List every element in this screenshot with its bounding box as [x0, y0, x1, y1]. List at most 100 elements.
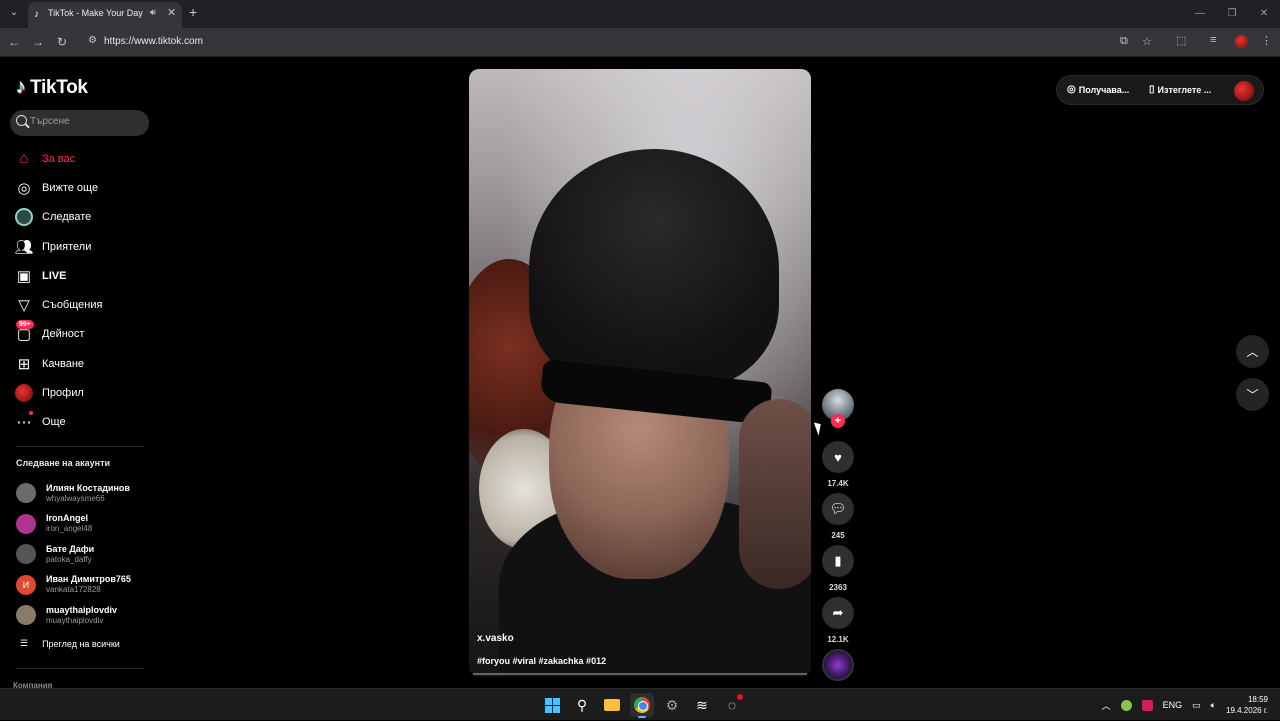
nav-item-more[interactable]: ⋯ Още [14, 408, 154, 437]
video-author[interactable]: x.vasko [477, 633, 514, 644]
steam-taskbar-button[interactable]: ⚙ [660, 693, 684, 717]
close-window-button[interactable]: ✕ [1248, 0, 1280, 28]
profile-icon [14, 383, 34, 403]
video-caption[interactable]: #foryou #viral #zakachka #012 [477, 656, 606, 666]
video-progress-bar[interactable] [473, 673, 807, 675]
following-icon [14, 207, 34, 227]
chrome-icon [634, 697, 650, 713]
see-all-accounts-button[interactable]: ☰ Преглед на всички [20, 638, 120, 649]
browser-tab[interactable]: ♪ TikTok - Make Your Day 🔊︎ ✕ [28, 2, 182, 28]
install-app-icon[interactable]: ⧉ [1120, 35, 1128, 48]
nav-item-for-you[interactable]: ⌂ За вас [14, 144, 154, 173]
like-action: ♥ 17.4K [821, 441, 855, 488]
account-item[interactable]: Илиян Костадинов whyalwaysme66 [16, 478, 156, 509]
volume-icon[interactable]: 🔈︎ [1211, 700, 1216, 711]
address-bar[interactable]: ⚙ https://www.tiktok.com ⧉ ☆ [80, 31, 1166, 53]
forward-button[interactable]: → [30, 34, 46, 50]
file-explorer-button[interactable] [600, 693, 624, 717]
search-box[interactable] [10, 110, 149, 136]
chrome-taskbar-button[interactable] [630, 693, 654, 718]
tiktok-favicon-icon: ♪ [34, 9, 39, 20]
list-icon: ☰ [20, 638, 29, 648]
tab-search-button[interactable]: ⌄ [6, 5, 22, 21]
steam-icon: ⚙ [665, 696, 679, 713]
new-tab-button[interactable]: + [189, 4, 197, 20]
taskbar-search-button[interactable]: ⚲ [570, 693, 594, 717]
sidebar-divider [16, 446, 144, 447]
nav-item-profile[interactable]: Профил [14, 378, 154, 407]
comment-count: 245 [831, 531, 845, 540]
browser-tab-strip: ⌄ ♪ TikTok - Make Your Day 🔊︎ ✕ + — ❐ ✕ [0, 0, 1280, 28]
phone-icon: ▯ [1149, 84, 1155, 95]
user-avatar[interactable] [1234, 81, 1254, 101]
tab-close-icon[interactable]: ✕ [167, 6, 176, 19]
heart-icon[interactable]: ♥ [822, 441, 854, 473]
system-tray: ︿ ENG ▭ 🔈︎ 18:59 19.4.2026 г. [1102, 689, 1268, 721]
nav-item-explore[interactable]: ◎ Вижте още [14, 173, 154, 202]
nav-label: Профил [42, 387, 84, 400]
tray-app-icon[interactable] [1141, 699, 1153, 711]
notification-dot [737, 694, 743, 700]
friends-icon: 👥︎ [14, 238, 34, 256]
logo-text: TikTok [30, 76, 88, 98]
minimize-button[interactable]: — [1184, 0, 1216, 28]
sidebar-divider [16, 668, 144, 669]
clock-time: 18:59 [1247, 695, 1268, 704]
browser-profile-avatar[interactable] [1235, 35, 1248, 48]
account-item[interactable]: Бате Дафи patoka_daffy [16, 539, 156, 570]
nav-item-messages[interactable]: ▽ Съобщения [14, 290, 154, 319]
account-item[interactable]: IronAngel iron_angel48 [16, 509, 156, 540]
music-disc-icon[interactable] [822, 649, 854, 681]
media-controls-icon[interactable]: ≡ [1210, 34, 1216, 46]
get-coins-button[interactable]: ◎ Получава... [1067, 84, 1129, 95]
network-icon[interactable]: ▭ [1192, 700, 1201, 711]
comment-icon[interactable]: 💬︎ [822, 493, 854, 525]
download-app-label: Изтеглете ... [1157, 84, 1212, 95]
start-button[interactable] [540, 693, 564, 717]
nav-item-activity[interactable]: ▢ 99+ Дейност [14, 319, 154, 349]
nav-item-friends[interactable]: 👥︎ Приятели [14, 232, 154, 261]
follow-plus-icon[interactable]: + [831, 414, 845, 428]
like-count: 17.4K [827, 479, 849, 488]
nav-item-upload[interactable]: ⊞ Качване [14, 349, 154, 378]
nav-item-following[interactable]: Следвате [14, 203, 154, 232]
extensions-icon[interactable]: ⬚ [1176, 34, 1186, 47]
language-indicator[interactable]: ENG [1163, 700, 1183, 710]
previous-video-button[interactable]: ︿ [1236, 335, 1269, 368]
save-count: 2363 [829, 583, 847, 592]
bookmark-icon[interactable]: ▮ [822, 545, 854, 577]
audio-playing-icon[interactable]: 🔊︎ [150, 7, 156, 18]
app-taskbar-button[interactable]: ◌ [720, 693, 744, 717]
send-icon: ▽ [18, 297, 30, 315]
next-video-button[interactable]: ﹀ [1236, 378, 1269, 411]
share-action: ➦ 12.1K [821, 597, 855, 644]
tray-app-icon[interactable] [1120, 699, 1132, 711]
share-icon[interactable]: ➦ [822, 597, 854, 629]
reload-button[interactable]: ↻ [54, 34, 70, 50]
nav-item-live[interactable]: ▣ LIVE [14, 261, 154, 290]
notification-app-icon: ◌ [727, 697, 737, 713]
video-player[interactable]: x.vasko #foryou #viral #zakachka #012 [469, 69, 811, 677]
account-handle: muaythaiplovdiv [46, 615, 104, 625]
sidebar-nav: ⌂ За вас ◎ Вижте още Следвате 👥︎ Приятел… [14, 144, 154, 437]
chevron-up-icon[interactable]: ︿ [1102, 699, 1111, 712]
download-app-button[interactable]: ▯ Изтеглете ... [1149, 84, 1211, 95]
account-item[interactable]: muaythaiplovdiv muaythaiplovdiv [16, 600, 156, 631]
bookmark-star-icon[interactable]: ☆ [1142, 35, 1152, 48]
get-coins-label: Получава... [1078, 84, 1130, 95]
search-input[interactable] [30, 116, 145, 127]
back-button[interactable]: ← [6, 34, 22, 50]
app-taskbar-button[interactable]: ≋ [690, 693, 714, 717]
tiktok-logo[interactable]: ♪ TikTok [16, 76, 88, 99]
url-text[interactable]: https://www.tiktok.com [104, 36, 203, 47]
account-item[interactable]: И Иван Димитров765 vankata172828 [16, 570, 156, 601]
browser-menu-icon[interactable]: ⋮ [1261, 34, 1272, 47]
nav-label: Качване [42, 357, 85, 370]
account-handle: patoka_daffy [46, 554, 92, 564]
clock[interactable]: 18:59 19.4.2026 г. [1226, 694, 1268, 716]
site-info-icon[interactable]: ⚙ [88, 35, 97, 46]
nav-label: Следвате [42, 211, 92, 224]
restore-button[interactable]: ❐ [1216, 0, 1248, 28]
home-icon: ⌂ [19, 150, 29, 168]
avatar: И [16, 574, 36, 595]
